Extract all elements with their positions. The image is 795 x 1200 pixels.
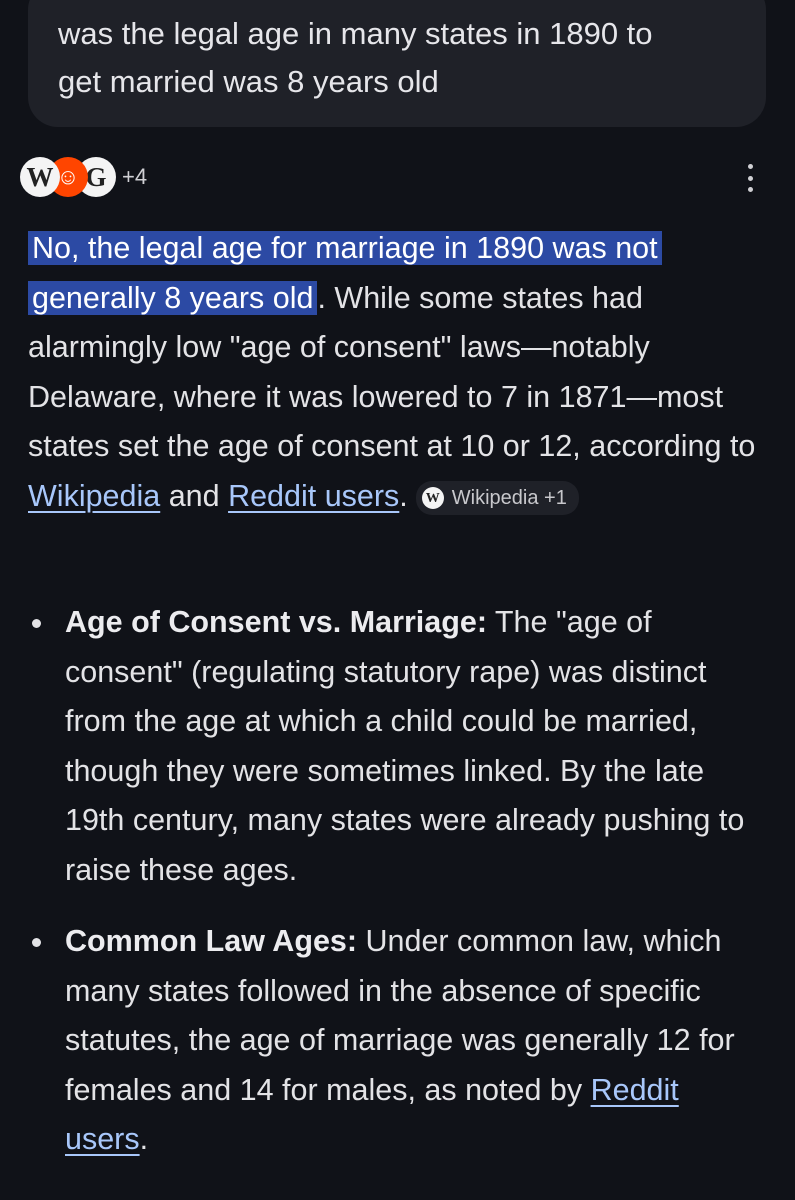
list-item: Age of Consent vs. Marriage: The "age of… — [28, 598, 768, 895]
reddit-users-link[interactable]: Reddit users — [228, 479, 399, 513]
bullet-title: Age of Consent vs. Marriage: — [65, 605, 487, 639]
bullet-list: Age of Consent vs. Marriage: The "age of… — [28, 598, 768, 1165]
wikipedia-icon: W — [20, 157, 60, 197]
bullet-dot — [32, 938, 41, 947]
sources-more-count: +4 — [122, 164, 148, 189]
source-chip[interactable]: W Wikipedia +1 — [415, 481, 579, 516]
list-item: Common Law Ages: Under common law, which… — [28, 917, 768, 1165]
sources-button[interactable]: W ☺ G +4 — [20, 155, 147, 199]
bullet-text-end: . — [139, 1122, 149, 1156]
answer-paragraph: No, the legal age for marriage in 1890 w… — [28, 224, 763, 521]
answer-text-end: . — [399, 478, 408, 513]
answer-text-and: and — [160, 478, 229, 513]
user-query-bubble: was the legal age in many states in 1890… — [28, 0, 766, 127]
source-chip-label: Wikipedia +1 — [451, 486, 567, 509]
bullet-text: The "age of consent" (regulating statuto… — [65, 605, 745, 887]
wikipedia-link[interactable]: Wikipedia — [28, 479, 160, 513]
bullet-title: Common Law Ages: — [65, 924, 358, 958]
bullet-dot — [32, 619, 41, 628]
user-query-text: was the legal age in many states in 1890… — [58, 16, 653, 99]
more-options-icon[interactable] — [740, 160, 760, 196]
ai-answer-page: was the legal age in many states in 1890… — [0, 0, 795, 1200]
wikipedia-icon: W — [421, 487, 444, 510]
